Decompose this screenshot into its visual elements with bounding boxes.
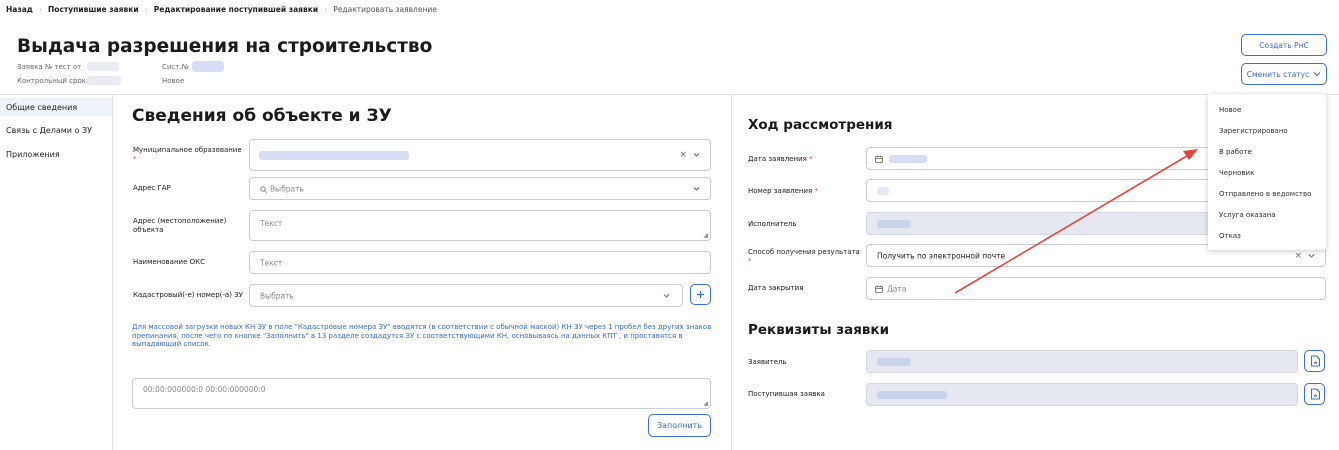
incoming-request-label: Поступившая заявка — [748, 390, 825, 398]
breadcrumb-separator-icon: › — [324, 5, 328, 14]
mass-cadastral-textarea[interactable]: 00:00:000000:0 00:00:000000:0 ◢ — [132, 378, 711, 409]
chevron-down-icon — [1313, 72, 1321, 77]
breadcrumb-item-current: Редактировать заявление — [333, 5, 437, 14]
status-option-in-progress[interactable]: В работе — [1219, 148, 1252, 156]
oks-name-label: Наименование ОКС — [133, 258, 205, 266]
breadcrumb-item-edit-incoming[interactable]: Редактирование поступившей заявки — [154, 5, 318, 14]
status-option-sent-to-department[interactable]: Отправлено в ведомство — [1219, 190, 1311, 198]
clear-icon[interactable]: × — [1294, 251, 1302, 261]
status-value: Новое — [162, 77, 185, 85]
plus-icon — [697, 291, 704, 298]
sidebar-item-attachments[interactable]: Приложения — [6, 150, 60, 159]
requisites-section-title: Реквизиты заявки — [748, 322, 890, 338]
sidebar: Общие сведения Связь с Делами о ЗУ Прило… — [0, 95, 113, 450]
status-option-registered[interactable]: Зарегистрировано — [1219, 127, 1288, 135]
sidebar-item-land-cases[interactable]: Связь с Делами о ЗУ — [6, 126, 92, 135]
redacted-application-date — [889, 155, 927, 163]
search-icon — [260, 186, 267, 193]
redacted-system-number — [192, 61, 224, 72]
redacted-incoming-request — [877, 391, 947, 399]
applicant-field — [866, 350, 1298, 373]
close-date-placeholder: Дата — [887, 284, 907, 293]
application-number-label: Номер заявления * — [748, 187, 819, 195]
clear-icon[interactable]: × — [679, 150, 687, 160]
status-option-new[interactable]: Новое — [1219, 106, 1241, 114]
incoming-request-document-button[interactable] — [1304, 383, 1325, 405]
result-method-value: Получить по электронной почте — [877, 251, 1006, 260]
cadastral-number-select[interactable]: Выбрать — [249, 284, 683, 307]
executor-label: Исполнитель — [748, 220, 797, 228]
oks-name-placeholder: Текст — [260, 258, 283, 267]
object-address-textarea[interactable]: Текст ◢ — [249, 210, 711, 241]
application-date-label: Дата заявления * — [748, 155, 813, 163]
object-section-title: Сведения об объекте и ЗУ — [132, 106, 392, 126]
change-status-label: Сменить статус — [1246, 69, 1310, 79]
resize-handle-icon[interactable]: ◢ — [703, 232, 708, 239]
request-number-label: Заявка № тест от — [17, 63, 82, 71]
applicant-label: Заявитель — [748, 358, 787, 366]
mass-upload-info-text: Для массовой загрузки новых КН ЗУ в поле… — [132, 323, 712, 348]
oks-name-input[interactable]: Текст — [249, 251, 711, 274]
progress-section-title: Ход рассмотрения — [748, 117, 893, 133]
breadcrumb-separator-icon: › — [38, 5, 43, 14]
chevron-down-icon[interactable] — [693, 153, 700, 158]
status-option-service-provided[interactable]: Услуга оказана — [1219, 211, 1276, 219]
calendar-icon — [875, 285, 883, 293]
chevron-down-icon[interactable] — [1308, 253, 1315, 258]
breadcrumb-back-link[interactable]: Назад — [6, 5, 33, 14]
document-icon — [1310, 355, 1321, 367]
incoming-request-field — [866, 383, 1298, 406]
chevron-down-icon[interactable] — [663, 293, 670, 298]
column-divider — [731, 95, 732, 450]
document-icon — [1310, 388, 1321, 400]
redacted-applicant — [877, 358, 911, 366]
fill-button[interactable]: Заполнить — [648, 414, 711, 437]
system-number-label: Сист.№ — [162, 63, 189, 71]
breadcrumb-item-incoming[interactable]: Поступившие заявки — [48, 5, 139, 14]
mass-cadastral-placeholder: 00:00:000000:0 00:00:000000:0 — [143, 385, 266, 394]
redacted-deadline — [87, 76, 121, 85]
redacted-executor — [877, 220, 911, 228]
add-cadastral-button[interactable] — [690, 284, 711, 305]
page-title: Выдача разрешения на строительство — [17, 36, 433, 57]
create-rns-button[interactable]: Создать РнС — [1241, 34, 1327, 56]
redacted-request-date — [87, 62, 119, 71]
object-address-placeholder: Текст — [260, 219, 283, 228]
applicant-document-button[interactable] — [1304, 350, 1325, 372]
resize-handle-icon[interactable]: ◢ — [703, 400, 708, 407]
object-address-label: Адрес (местоположение) объекта — [133, 217, 227, 234]
result-method-label: Способ получения результата * — [748, 248, 860, 265]
breadcrumb: Назад › Поступившие заявки › Редактирова… — [6, 5, 437, 14]
redacted-municipality — [259, 151, 409, 160]
sidebar-item-general[interactable]: Общие сведения — [6, 103, 77, 112]
gar-address-label: Адрес ГАР — [133, 184, 171, 192]
redacted-application-number — [877, 187, 889, 195]
chevron-down-icon[interactable] — [693, 186, 700, 191]
gar-address-placeholder: Выбрать — [270, 184, 304, 193]
municipality-select[interactable]: × — [249, 139, 711, 171]
change-status-button[interactable]: Сменить статус — [1241, 63, 1327, 85]
cadastral-number-label: Кадастровый(-е) номер(-а) ЗУ — [133, 291, 243, 299]
gar-address-select[interactable]: Выбрать — [249, 177, 711, 200]
close-date-label: Дата закрытия — [748, 284, 804, 292]
cadastral-number-placeholder: Выбрать — [260, 291, 294, 300]
status-option-refusal[interactable]: Отказ — [1219, 232, 1241, 240]
deadline-label: Контрольный срок: — [17, 77, 89, 85]
breadcrumb-separator-icon: › — [144, 5, 148, 14]
status-option-draft[interactable]: Черновик — [1219, 169, 1254, 177]
calendar-icon — [875, 155, 883, 163]
municipality-label: Муниципальное образование * — [133, 146, 242, 163]
header-divider — [0, 94, 1339, 95]
status-dropdown-menu: Новое Зарегистрировано В работе Черновик… — [1208, 94, 1326, 250]
close-date-input[interactable]: Дата — [866, 277, 1326, 300]
